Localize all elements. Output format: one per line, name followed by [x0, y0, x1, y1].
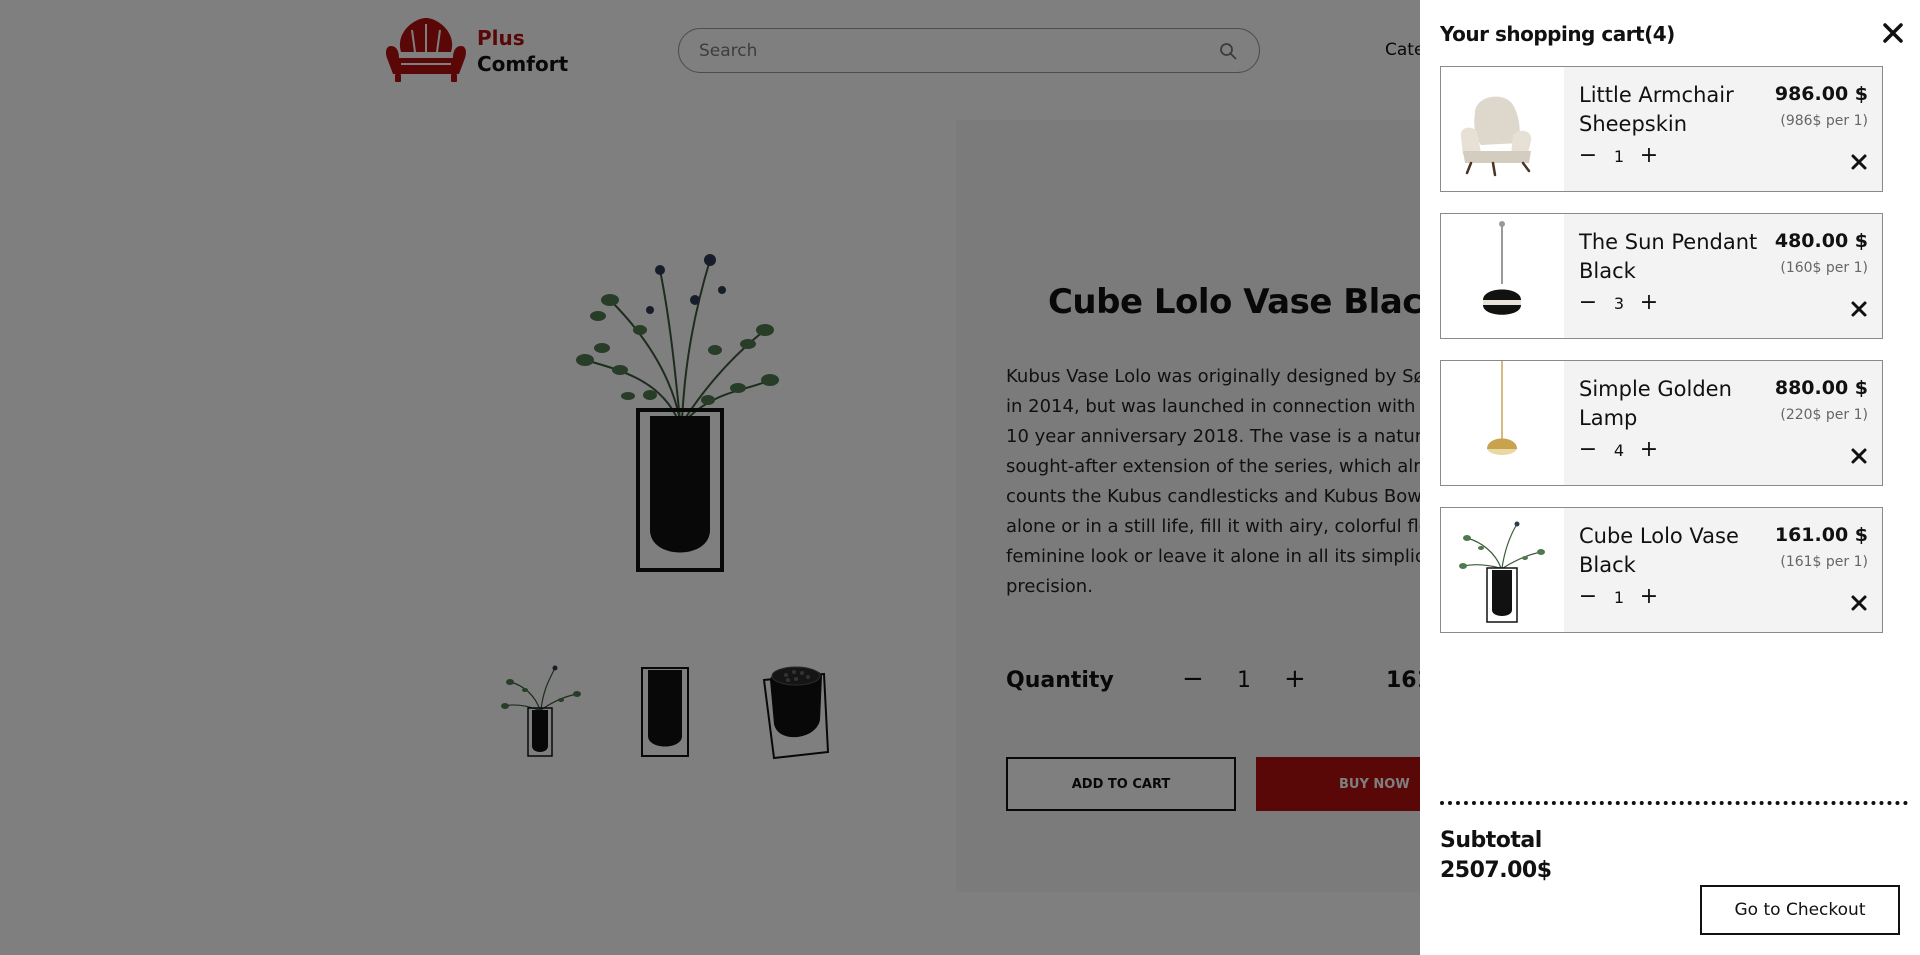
cart-item-name: Simple Golden Lamp: [1579, 377, 1732, 430]
remove-item-icon: [1851, 301, 1867, 317]
cart-item-remove-button[interactable]: [1848, 592, 1870, 614]
cart-item-quantity: 3: [1613, 294, 1625, 313]
cart-item-increase-button[interactable]: +: [1637, 143, 1661, 168]
cart-item-increase-button[interactable]: +: [1637, 437, 1661, 462]
cart-item-decrease-button[interactable]: −: [1576, 437, 1600, 462]
cart-item-unit-price: (160$ per 1): [1780, 260, 1868, 276]
cart-item-unit-price: (220$ per 1): [1780, 407, 1868, 423]
cart-item-decrease-button[interactable]: −: [1576, 584, 1600, 609]
armchair-thumbnail: [1441, 67, 1564, 191]
cart-item-price: 880.00 $: [1774, 377, 1868, 399]
cart-item-remove-button[interactable]: [1848, 298, 1870, 320]
cart-item: Little Armchair Sheepskin 986.00 $ (986$…: [1440, 66, 1883, 192]
golden-lamp-thumbnail: [1441, 361, 1564, 485]
cart-item-increase-button[interactable]: +: [1637, 290, 1661, 315]
cart-item-decrease-button[interactable]: −: [1576, 143, 1600, 168]
cart-item-quantity: 4: [1613, 441, 1625, 460]
cart-item: Simple Golden Lamp 880.00 $ (220$ per 1)…: [1440, 360, 1883, 486]
cart-item-price: 161.00 $: [1774, 524, 1868, 546]
cart-item: The Sun Pendant Black 480.00 $ (160$ per…: [1440, 213, 1883, 339]
cart-item-quantity: 1: [1613, 147, 1625, 166]
shopping-cart-drawer: Your shopping cart(4) Little Armchair Sh…: [1420, 0, 1920, 955]
cart-item-unit-price: (161$ per 1): [1780, 554, 1868, 570]
subtotal-label: Subtotal: [1440, 828, 1542, 853]
subtotal-value: 2507.00$: [1440, 858, 1552, 883]
cart-item-remove-button[interactable]: [1848, 445, 1870, 467]
remove-item-icon: [1851, 448, 1867, 464]
cart-divider: [1440, 801, 1908, 805]
cart-title: Your shopping cart(4): [1440, 22, 1675, 46]
remove-item-icon: [1851, 154, 1867, 170]
close-icon: [1883, 23, 1903, 43]
cart-item: Cube Lolo Vase Black 161.00 $ (161$ per …: [1440, 507, 1883, 633]
pendant-black-thumbnail: [1441, 214, 1564, 338]
cart-item-decrease-button[interactable]: −: [1576, 290, 1600, 315]
cart-close-button[interactable]: [1878, 18, 1908, 48]
cart-item-remove-button[interactable]: [1848, 151, 1870, 173]
cart-item-price: 986.00 $: [1774, 83, 1868, 105]
cart-item-name: The Sun Pendant Black: [1579, 230, 1758, 283]
cart-item-name: Cube Lolo Vase Black: [1579, 524, 1739, 577]
cart-item-name: Little Armchair Sheepskin: [1579, 83, 1734, 136]
cart-item-price: 480.00 $: [1774, 230, 1868, 252]
vase-thumbnail: [1441, 508, 1564, 632]
cart-item-increase-button[interactable]: +: [1637, 584, 1661, 609]
checkout-button[interactable]: Go to Checkout: [1700, 885, 1900, 935]
remove-item-icon: [1851, 595, 1867, 611]
cart-item-quantity: 1: [1613, 588, 1625, 607]
cart-item-unit-price: (986$ per 1): [1780, 113, 1868, 129]
